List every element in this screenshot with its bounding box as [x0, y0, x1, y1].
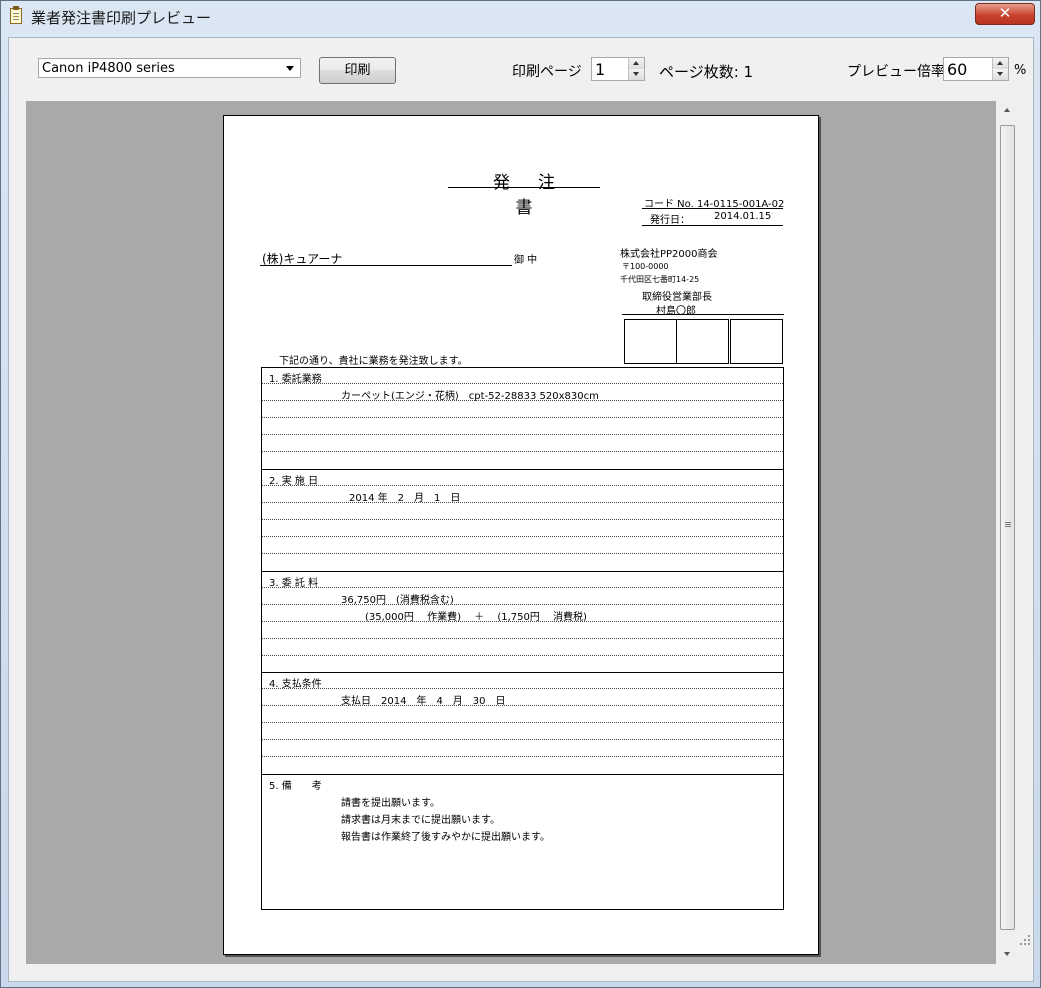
- zoom-value[interactable]: 60: [947, 60, 967, 79]
- spin-down-icon[interactable]: [993, 69, 1008, 80]
- section-heading: 5. 備 考: [269, 781, 322, 792]
- document-title: 発注書: [493, 173, 583, 218]
- zoom-label: プレビュー倍率: [847, 64, 945, 80]
- approval-stamp-box: [730, 319, 783, 364]
- grip-icon: [1005, 522, 1011, 523]
- divider: [622, 314, 784, 315]
- vertical-scrollbar[interactable]: [998, 101, 1017, 964]
- section-fee: 3. 委 託 料 36,750円 (消費税含む) (35,000円 作業費) ＋…: [261, 571, 784, 673]
- remarks-line: 請書を提出願います。: [341, 798, 440, 809]
- window-title: 業者発注書印刷プレビュー: [31, 9, 212, 27]
- title-bar: 業者発注書印刷プレビュー ✕: [1, 1, 1040, 31]
- remarks-line: 報告書は作業終了後すみやかに提出願います。: [341, 832, 550, 843]
- sender-zip: 〒100-0000: [622, 262, 669, 271]
- scroll-down-icon[interactable]: [998, 947, 1017, 964]
- close-icon: ✕: [998, 4, 1012, 22]
- section-date: 2. 実 施 日 2014 年 2 月 1 日: [261, 469, 784, 572]
- document-page: 発注書 コード No. 14-0115-001A-02 発行日： 2014.01…: [223, 115, 819, 955]
- honorific: 御 中: [514, 255, 538, 266]
- sender-title: 取締役営業部長: [642, 292, 712, 303]
- print-button[interactable]: 印刷: [319, 57, 396, 84]
- scroll-up-icon[interactable]: [998, 101, 1017, 118]
- sender-company: 株式会社PP2000商会: [620, 249, 718, 260]
- section-remarks: 5. 備 考 請書を提出願います。 請求書は月末までに提出願います。 報告書は作…: [261, 774, 784, 910]
- chevron-down-icon[interactable]: [286, 66, 294, 71]
- recipient-underline: [260, 265, 512, 266]
- zoom-unit: %: [1014, 63, 1027, 78]
- close-button[interactable]: ✕: [975, 3, 1035, 25]
- divider: [642, 225, 783, 226]
- sender-address: 千代田区七番町14-25: [620, 275, 700, 284]
- scroll-thumb[interactable]: [1000, 125, 1015, 930]
- title-underline: [448, 187, 600, 188]
- approval-stamp-box: [624, 319, 677, 364]
- divider: [642, 208, 783, 209]
- approval-stamp-box: [676, 319, 729, 364]
- printer-select[interactable]: Canon iP4800 series: [38, 58, 301, 78]
- issue-date: 2014.01.15: [714, 211, 772, 222]
- spin-down-icon[interactable]: [629, 69, 644, 80]
- section-payment: 支払日 2014 年 4 月 30 日 4. 支払条件: [261, 672, 784, 775]
- print-page-value[interactable]: 1: [595, 60, 605, 79]
- print-page-label: 印刷ページ: [512, 64, 582, 80]
- printer-select-value: Canon iP4800 series: [42, 61, 175, 76]
- resize-grip-icon[interactable]: [1020, 935, 1030, 945]
- zoom-spinner[interactable]: 60: [943, 57, 1009, 81]
- remarks-line: 請求書は月末までに提出願います。: [341, 815, 500, 826]
- print-page-spinner[interactable]: 1: [591, 57, 645, 81]
- section-entrustment: 1. 委託業務 カーペット(エンジ・花柄) cpt-52-28833 520x8…: [261, 367, 784, 470]
- intro-text: 下記の通り、貴社に業務を発注致します。: [279, 356, 468, 367]
- issue-date-label: 発行日：: [650, 215, 690, 226]
- page-count-label: ページ枚数: 1: [659, 63, 754, 81]
- zoom-spin-buttons: [992, 58, 1008, 80]
- print-page-spin-buttons: [628, 58, 644, 80]
- clipboard-icon: [10, 6, 22, 24]
